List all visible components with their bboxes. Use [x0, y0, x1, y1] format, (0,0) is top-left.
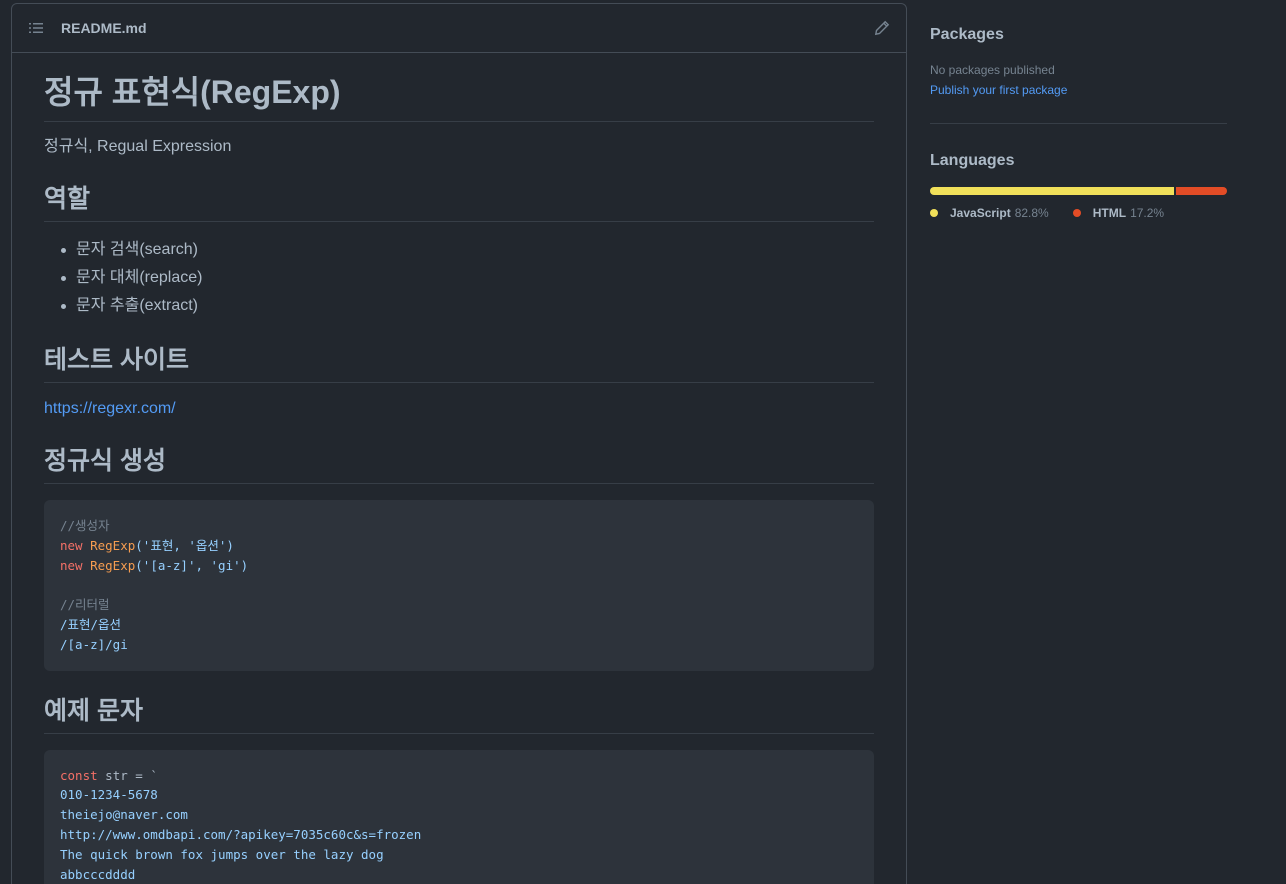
language-dot — [1072, 209, 1081, 217]
language-dot — [930, 209, 938, 217]
code-literal: /[a-z]/gi — [60, 636, 128, 652]
table-of-contents-icon[interactable] — [28, 20, 44, 36]
packages-heading[interactable]: Packages — [930, 26, 1227, 44]
list-item: 문자 대체(replace) — [60, 264, 874, 292]
heading-test-site: 테스트 사이트 — [44, 344, 874, 383]
sidebar-divider — [930, 123, 1227, 124]
code-keyword: new — [60, 557, 83, 573]
readme-panel: README.md 정규 표현식(RegExp) 정규식, Regual Exp… — [11, 3, 907, 884]
code-block-create: //생성자 new RegExp('표현, '옵션') new RegExp('… — [44, 500, 874, 671]
language-item-html[interactable]: HTML 17.2% — [1072, 206, 1165, 220]
code-args: ('[a-z]', 'gi') — [135, 557, 249, 573]
language-item-javascript[interactable]: JavaScript 82.8% — [930, 206, 1049, 220]
language-name: HTML — [1092, 206, 1127, 220]
language-list: JavaScript 82.8% HTML 17.2% — [930, 206, 1227, 220]
code-function: RegExp — [90, 557, 136, 573]
repo-sidebar: Packages No packages published Publish y… — [930, 0, 1227, 220]
code-line: The quick brown fox jumps over the lazy … — [60, 846, 384, 862]
code-block-example: const str = ` 010-1234-5678 theiejo@nave… — [44, 749, 874, 884]
readme-header: README.md — [12, 4, 906, 53]
languages-heading: Languages — [930, 152, 1015, 169]
heading-example: 예제 문자 — [44, 695, 874, 734]
heading-create: 정규식 생성 — [44, 445, 874, 484]
language-name: JavaScript — [950, 206, 1011, 220]
code-line: abbcccdddd — [60, 866, 136, 882]
code-function: RegExp — [90, 537, 136, 553]
heading-role: 역할 — [44, 183, 874, 222]
language-percent: 17.2% — [1130, 206, 1165, 220]
code-line: theiejo@naver.com — [60, 807, 188, 823]
code-line: 010-1234-5678 — [60, 787, 158, 803]
readme-filename[interactable]: README.md — [61, 20, 147, 36]
list-item: 문자 추출(extract) — [60, 292, 874, 320]
no-packages-text: No packages published — [930, 63, 1055, 77]
readme-content: 정규 표현식(RegExp) 정규식, Regual Expression 역할… — [12, 53, 906, 884]
code-args: ('표현, '옵션') — [135, 537, 234, 553]
code-keyword: const — [60, 767, 98, 783]
language-percent: 82.8% — [1014, 206, 1049, 220]
readme-title: 정규 표현식(RegExp) — [44, 71, 874, 122]
code-comment: //생성자 — [60, 518, 110, 533]
intro-text: 정규식, Regual Expression — [44, 138, 232, 155]
code-declaration: str = ` — [97, 767, 158, 783]
code-line: http://www.omdbapi.com/?apikey=7035c60c&… — [60, 826, 422, 842]
code-comment: //리터럴 — [60, 597, 110, 613]
language-bar — [930, 187, 1227, 195]
language-bar-html — [1176, 187, 1227, 195]
pencil-edit-icon[interactable] — [874, 20, 890, 36]
regexr-link[interactable]: https://regexr.com/ — [44, 400, 176, 417]
list-item: 문자 검색(search) — [60, 236, 874, 264]
language-bar-javascript — [930, 187, 1175, 195]
code-keyword: new — [60, 537, 83, 553]
publish-package-link[interactable]: Publish your first package — [930, 83, 1067, 97]
role-list: 문자 검색(search) 문자 대체(replace) 문자 추출(extra… — [44, 236, 874, 320]
code-literal: /표현/옵션 — [60, 616, 122, 632]
